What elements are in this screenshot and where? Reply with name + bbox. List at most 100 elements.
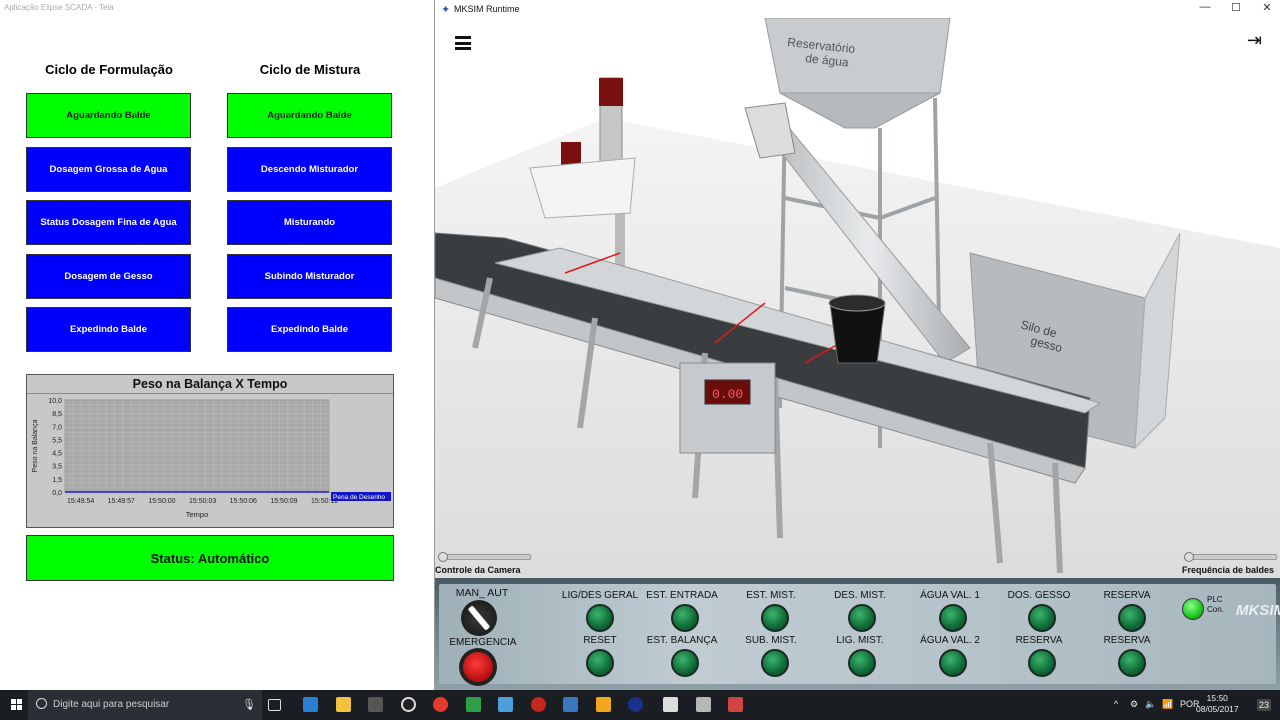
mksim-taskbar-icon[interactable] — [563, 697, 578, 712]
3d-scene-viewport[interactable]: Reservatório de água Silo de gesso 0.00 … — [435, 18, 1280, 578]
emergency-label: EMERGENCIA — [449, 637, 517, 648]
calculator-icon[interactable] — [663, 697, 678, 712]
plc-label-text: PLC — [1207, 595, 1223, 604]
x-tick-label: 15:50:09 — [270, 498, 297, 505]
water-reservoir — [764, 18, 951, 94]
app-misc-icon[interactable] — [728, 697, 743, 712]
formulation-step-coarse-water[interactable]: Dosagem Grossa de Agua — [26, 147, 191, 192]
scale-housing — [679, 362, 776, 454]
maximize-button[interactable]: ☐ — [1226, 1, 1246, 14]
button-lig-mist[interactable] — [848, 649, 876, 677]
label-des-mist: DES. MIST. — [834, 590, 886, 601]
mksim-window-title: MKSIM Runtime — [454, 4, 520, 14]
mksim-titlebar: ✦ MKSIM Runtime — ☐ ✕ — [435, 0, 1280, 18]
x-tick-label: 15:50:00 — [148, 498, 175, 505]
plc-label: PLC Con. — [1207, 595, 1224, 615]
button-reserva-3[interactable] — [1118, 649, 1146, 677]
x-tick-label: 15:49:54 — [67, 498, 94, 505]
button-lig-des-geral[interactable] — [586, 604, 614, 632]
frequency-slider[interactable] — [1184, 552, 1277, 562]
man-aut-label: MAN_ AUT — [455, 587, 509, 599]
mksim-app-icon: ✦ — [441, 4, 451, 16]
label-est-balanca: EST. BALANÇA — [646, 635, 718, 646]
y-tick-label: 1,5 — [52, 477, 62, 484]
button-reserva-1[interactable] — [1118, 604, 1146, 632]
button-est-entrada[interactable] — [671, 604, 699, 632]
camera-slider-knob[interactable] — [438, 552, 448, 562]
app-navy-icon[interactable] — [628, 697, 643, 712]
bucket — [829, 302, 886, 364]
minimize-button[interactable]: — — [1195, 1, 1215, 13]
mixing-step-raising[interactable]: Subindo Misturador — [227, 254, 392, 299]
formulation-cycle-title: Ciclo de Formulação — [45, 62, 173, 77]
windows-taskbar: Digite aqui para pesquisar 🎙 ^ ⚙ 🔈 📶 POR… — [0, 690, 1280, 720]
app-blue-icon[interactable] — [498, 697, 513, 712]
camera-label: Controle da Camera — [435, 565, 521, 575]
label-est-mist: EST. MIST. — [746, 590, 796, 601]
mixing-step-awaiting-bucket[interactable]: Aguardando Balde — [227, 93, 392, 138]
x-tick-label: 15:49:57 — [108, 498, 135, 505]
formulation-step-dispatch[interactable]: Expedindo Balde — [26, 307, 191, 352]
label-est-entrada: EST. ENTRADA — [646, 590, 718, 601]
chart-plot: 10,0 8,5 7,0 5,5 4,5 3,5 1,5 0,0 15:49:54 15:49:5… — [32, 398, 391, 519]
x-tick-label: 15:50:03 — [189, 498, 216, 505]
button-est-mist[interactable] — [761, 604, 789, 632]
exit-icon[interactable]: ⇥ — [1247, 30, 1262, 51]
emergency-stop-button[interactable] — [459, 648, 497, 686]
button-reserva-2[interactable] — [1028, 649, 1056, 677]
button-est-balanca[interactable] — [671, 649, 699, 677]
y-tick-label: 4,5 — [52, 451, 62, 458]
tray-app-icon[interactable]: ⚙ — [1130, 699, 1138, 710]
app-green-icon[interactable] — [466, 697, 481, 712]
clock-date: 08/05/2017 — [1196, 704, 1239, 714]
label-dos-gesso: DOS. GESSO — [1007, 590, 1071, 601]
formulation-step-awaiting-bucket[interactable]: Aguardando Balde — [26, 93, 191, 138]
label-lig-mist: LIG. MIST. — [836, 635, 884, 646]
store-icon[interactable] — [368, 697, 383, 712]
mixing-step-mixing[interactable]: Misturando — [227, 200, 392, 245]
button-sub-mist[interactable] — [761, 649, 789, 677]
notifications-badge[interactable]: 23 — [1257, 699, 1272, 711]
man-aut-selector-switch[interactable] — [461, 600, 497, 636]
y-tick-label: 7,0 — [52, 424, 62, 431]
status-banner: Status: Automático — [26, 535, 394, 581]
button-agua-val-1[interactable] — [939, 604, 967, 632]
microphone-icon[interactable]: 🎙 — [242, 698, 256, 711]
volume-icon[interactable]: 🔈 — [1145, 699, 1156, 710]
button-des-mist[interactable] — [848, 604, 876, 632]
button-reset[interactable] — [586, 649, 614, 677]
close-button[interactable]: ✕ — [1257, 1, 1277, 14]
app-red-icon[interactable] — [531, 697, 546, 712]
chrome-icon[interactable] — [433, 697, 448, 712]
mixing-step-lowering[interactable]: Descendo Misturador — [227, 147, 392, 192]
y-axis-label: Peso na Balança — [32, 419, 39, 472]
button-agua-val-2[interactable] — [939, 649, 967, 677]
elipse-taskbar-icon[interactable] — [596, 697, 611, 712]
control-panel: MAN_ AUT EMERGENCIA LIG/DES GERAL EST. E… — [435, 578, 1280, 690]
formulation-step-plaster[interactable]: Dosagem de Gesso — [26, 254, 191, 299]
y-tick-label: 3,5 — [52, 464, 62, 471]
taskbar-search-box[interactable]: Digite aqui para pesquisar 🎙 — [28, 690, 262, 720]
plc-connection-text: Con. — [1207, 605, 1224, 614]
scada-window: Aplicação Elipse SCADA - Tela Ciclo de F… — [0, 0, 435, 690]
media-icon[interactable] — [401, 697, 416, 712]
formulation-step-fine-water[interactable]: Status Dosagem Fina de Agua — [26, 200, 191, 245]
legend-label: Pena de Desenho — [333, 494, 385, 501]
label-agua-val-2: ÁGUA VAL. 2 — [920, 635, 980, 646]
file-explorer-icon[interactable] — [336, 697, 351, 712]
frequency-slider-knob[interactable] — [1184, 552, 1194, 562]
start-button[interactable] — [11, 699, 23, 711]
x-tick-label: 15:50:06 — [230, 498, 257, 505]
label-agua-val-1: ÁGUA VAL. 1 — [920, 590, 980, 601]
hamburger-menu-icon[interactable] — [455, 36, 471, 50]
taskbar-clock[interactable]: 15:50 08/05/2017 — [1196, 693, 1239, 715]
mixing-step-dispatch[interactable]: Expedindo Balde — [227, 307, 392, 352]
button-dos-gesso[interactable] — [1028, 604, 1056, 632]
network-icon[interactable]: 📶 — [1162, 699, 1173, 710]
app-grid-icon[interactable] — [696, 697, 711, 712]
tray-expand-icon[interactable]: ^ — [1114, 699, 1118, 709]
mksim-window: ✦ MKSIM Runtime — ☐ ✕ Reservatório de ág… — [435, 0, 1280, 690]
edge-icon[interactable] — [303, 697, 318, 712]
camera-slider[interactable] — [438, 552, 531, 562]
task-view-icon[interactable] — [268, 699, 281, 711]
